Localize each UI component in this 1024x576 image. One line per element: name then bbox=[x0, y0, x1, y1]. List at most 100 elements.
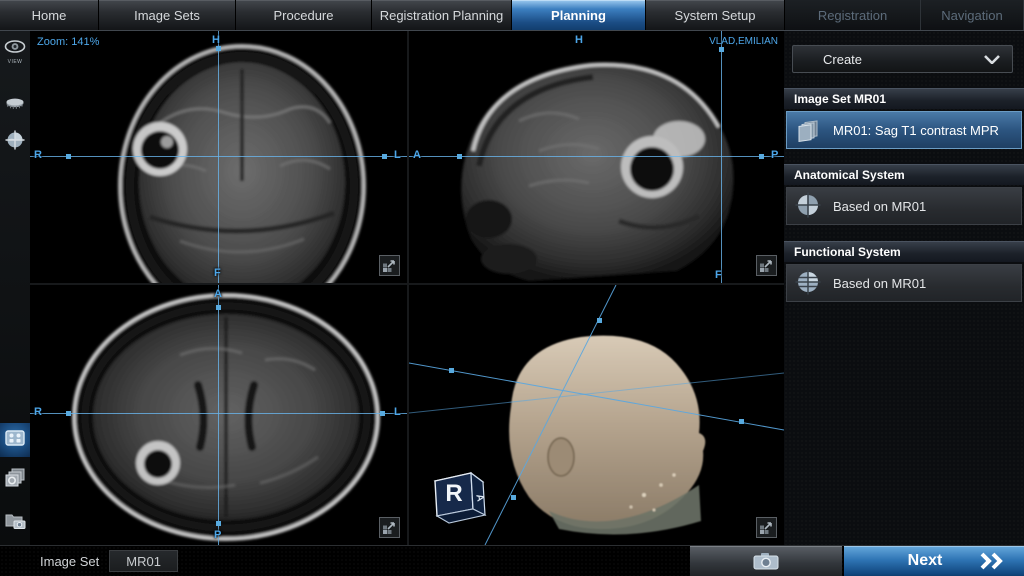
functional-sphere-icon bbox=[795, 269, 821, 298]
tab-home[interactable]: Home bbox=[0, 0, 99, 30]
crosshair-handle[interactable] bbox=[66, 411, 71, 416]
cube-front-label: R bbox=[445, 480, 462, 507]
crosshair-handle[interactable] bbox=[719, 47, 724, 52]
create-dropdown[interactable]: Create bbox=[792, 45, 1013, 73]
main-content: VIEW bbox=[0, 30, 1024, 545]
image-set-tab-mr01[interactable]: MR01 bbox=[109, 550, 178, 572]
crosshair-handle[interactable] bbox=[759, 154, 764, 159]
probe-view-button[interactable] bbox=[0, 91, 30, 121]
double-chevron-right-icon bbox=[978, 552, 1024, 570]
zoom-level-label: Zoom: 141% bbox=[37, 36, 99, 48]
next-button[interactable]: Next bbox=[844, 546, 1024, 576]
orientation-label-bottom: F bbox=[715, 269, 722, 281]
crosshair-horizontal[interactable] bbox=[409, 156, 784, 157]
expand-view-icon bbox=[380, 256, 399, 275]
screenshot-button[interactable] bbox=[690, 546, 842, 576]
expand-view-button[interactable] bbox=[379, 255, 400, 276]
section-header-image-set: Image Set MR01 bbox=[784, 88, 1024, 109]
orientation-label-right: L bbox=[394, 149, 401, 161]
orientation-label-left: A bbox=[413, 149, 421, 161]
crosshair-vertical[interactable] bbox=[721, 31, 722, 283]
orientation-cube: R A F bbox=[409, 473, 486, 523]
orientation-label-left: R bbox=[34, 406, 42, 418]
crosshair-handle[interactable] bbox=[382, 154, 387, 159]
anatomical-system-item[interactable]: Based on MR01 bbox=[786, 187, 1022, 225]
chevron-down-icon bbox=[984, 52, 1000, 67]
viewport-grid: Zoom: 141% H R L F bbox=[30, 31, 784, 545]
orientation-label-left: R bbox=[34, 149, 42, 161]
image-stack-icon bbox=[4, 467, 26, 494]
functional-system-item[interactable]: Based on MR01 bbox=[786, 264, 1022, 302]
section-header-anatomical: Anatomical System bbox=[784, 164, 1024, 185]
tab-registration-planning[interactable]: Registration Planning bbox=[372, 0, 512, 30]
left-toolbar: VIEW bbox=[0, 31, 30, 545]
orientation-label-right: L bbox=[394, 406, 401, 418]
expand-view-icon bbox=[757, 256, 776, 275]
screenshot-folder-icon bbox=[4, 510, 26, 535]
view-label: VIEW bbox=[8, 59, 23, 65]
application-window: Home Image Sets Procedure Registration P… bbox=[0, 0, 1024, 576]
expand-view-button[interactable] bbox=[756, 517, 777, 538]
tab-navigation[interactable]: Navigation bbox=[921, 0, 1024, 30]
orientation-label-right: P bbox=[771, 149, 778, 161]
top-navigation-bar: Home Image Sets Procedure Registration P… bbox=[0, 0, 1024, 30]
image-stack-button[interactable] bbox=[0, 463, 30, 497]
sagittal-mri-image bbox=[409, 31, 784, 283]
camera-icon bbox=[752, 552, 780, 570]
crosshair-handle[interactable] bbox=[457, 154, 462, 159]
image-set-label: Image Set bbox=[40, 554, 99, 569]
tab-system-setup[interactable]: System Setup bbox=[646, 0, 785, 30]
crosshair-handle[interactable] bbox=[380, 411, 385, 416]
anatomical-sphere-icon bbox=[795, 192, 821, 221]
expand-view-button[interactable] bbox=[756, 255, 777, 276]
section-header-label: Image Set MR01 bbox=[794, 92, 886, 106]
image-set-item[interactable]: MR01: Sag T1 contrast MPR bbox=[786, 111, 1022, 149]
expand-view-button[interactable] bbox=[379, 517, 400, 538]
crosshair-vertical[interactable] bbox=[218, 285, 219, 545]
disc-icon bbox=[5, 97, 25, 115]
crosshair-handle[interactable] bbox=[66, 154, 71, 159]
orientation-label-bottom: P bbox=[214, 529, 221, 541]
crosshair-horizontal[interactable] bbox=[30, 156, 407, 157]
viewport-sagittal[interactable]: VLAD,EMILIAN H A P F bbox=[409, 31, 784, 283]
tab-image-sets[interactable]: Image Sets bbox=[99, 0, 236, 30]
orientation-label-top: H bbox=[212, 34, 220, 46]
viewport-coronal[interactable]: Zoom: 141% H R L F bbox=[30, 31, 407, 283]
orientation-label-bottom: F bbox=[214, 267, 221, 279]
tab-planning[interactable]: Planning bbox=[512, 0, 646, 30]
orientation-label-top: H bbox=[575, 34, 583, 46]
crosshair-vertical[interactable] bbox=[218, 31, 219, 283]
next-button-label: Next bbox=[844, 552, 978, 570]
create-dropdown-label: Create bbox=[823, 52, 862, 67]
section-header-functional: Functional System bbox=[784, 241, 1024, 262]
patient-name-label: VLAD,EMILIAN bbox=[709, 36, 778, 47]
tab-registration[interactable]: Registration bbox=[785, 0, 921, 30]
image-set-item-label: MR01: Sag T1 contrast MPR bbox=[833, 123, 999, 138]
anatomical-item-label: Based on MR01 bbox=[833, 199, 926, 214]
functional-item-label: Based on MR01 bbox=[833, 276, 926, 291]
orientation-label-top: A bbox=[214, 288, 222, 300]
section-header-label: Functional System bbox=[794, 245, 901, 259]
image-set-tab-label: MR01 bbox=[126, 554, 161, 569]
3d-head-render: R A F bbox=[409, 285, 784, 545]
layout-grid-button[interactable] bbox=[0, 423, 30, 457]
expand-view-icon bbox=[380, 518, 399, 537]
eye-icon bbox=[4, 40, 26, 58]
screenshot-folder-button[interactable] bbox=[0, 505, 30, 539]
section-header-label: Anatomical System bbox=[794, 168, 905, 182]
sphere-crosshair-button[interactable] bbox=[0, 127, 30, 157]
viewport-3d[interactable]: R A F bbox=[409, 285, 784, 545]
crosshair-handle[interactable] bbox=[216, 521, 221, 526]
expand-view-icon bbox=[757, 518, 776, 537]
view-button[interactable]: VIEW bbox=[0, 35, 30, 69]
bottom-bar: Image Set MR01 Next bbox=[0, 545, 1024, 576]
volume-stack-icon bbox=[795, 116, 821, 145]
layout-grid-icon bbox=[5, 430, 25, 451]
crosshair-handle[interactable] bbox=[216, 46, 221, 51]
crosshair-handle[interactable] bbox=[216, 305, 221, 310]
viewport-axial[interactable]: A R L P bbox=[30, 285, 407, 545]
right-panel: Create Image Set MR01 bbox=[784, 31, 1024, 545]
sphere-crosshair-icon bbox=[5, 130, 25, 155]
tab-procedure[interactable]: Procedure bbox=[236, 0, 372, 30]
crosshair-horizontal[interactable] bbox=[30, 413, 407, 414]
